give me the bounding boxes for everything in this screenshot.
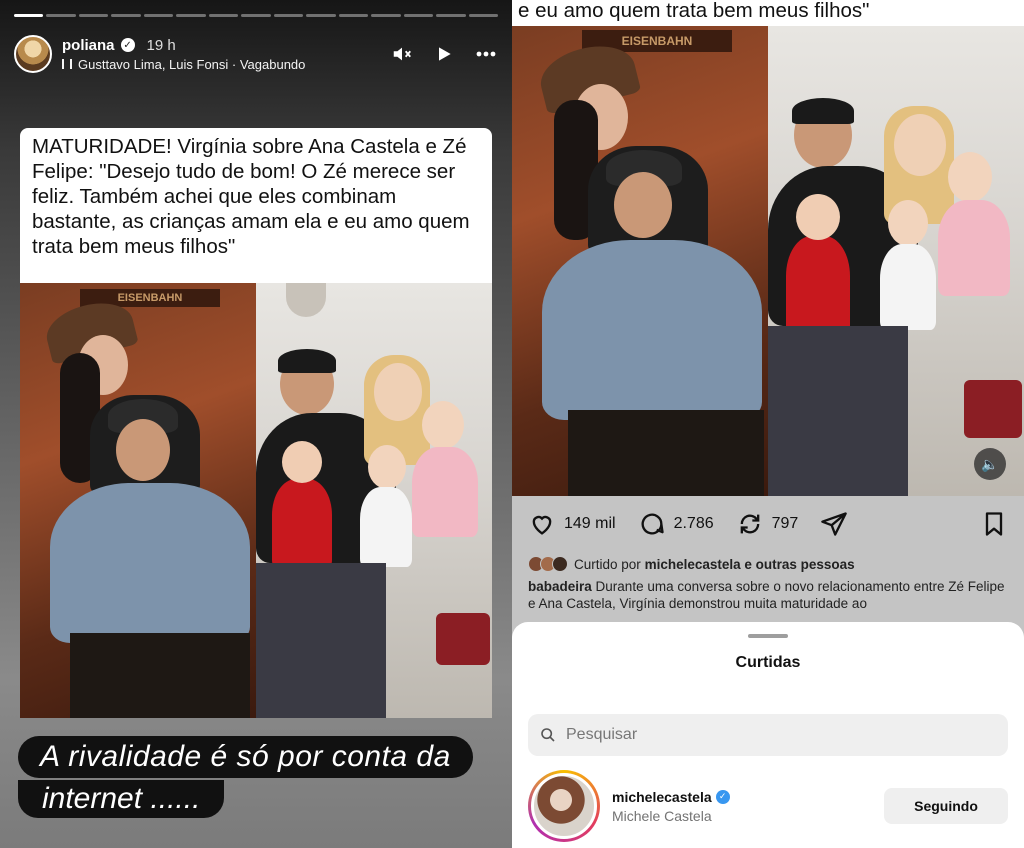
like-button[interactable]: 149 mil [528,510,616,538]
search-input[interactable] [566,726,986,744]
comment-button[interactable]: 2.786 [638,510,714,538]
liker-list-item[interactable]: michelecastela ✓ Michele Castela Seguind… [528,770,1008,842]
like-count: 149 mil [564,515,616,532]
bookmark-icon [985,512,1003,536]
story-progress-bar [14,14,499,17]
progress-segment [143,14,174,17]
liked-by-suffix: e outras pessoas [744,556,855,572]
mute-icon[interactable] [390,42,414,66]
man-head [116,419,170,481]
liked-by-row[interactable]: Curtido por michelecastela e outras pess… [528,556,855,572]
send-icon [821,512,848,536]
story-header: poliana ✓ 19 h Gusttavo Lima, Luis Fonsi… [14,34,498,74]
progress-segment [176,14,206,17]
share-button[interactable] [820,510,848,538]
liker-full-name: Michele Castela [612,807,712,824]
post-photo-couple: EISENBAHN [512,26,768,496]
story-time: 19 h [146,36,176,54]
progress-segment [468,14,499,17]
post-image-caption-top: e eu amo quem trata bem meus filhos" [512,0,1024,26]
repost-count: 797 [771,515,799,532]
story-overlay-text: A rivalidade é só por conta da internet … [18,736,473,818]
progress-segment [273,14,304,17]
instagram-post: e eu amo quem trata bem meus filhos" EIS… [512,0,1024,848]
verified-badge-icon: ✓ [715,789,730,804]
story-photo-couple: EISENBAHN [20,283,256,718]
post-photo-family [768,26,1024,496]
liked-by-prefix: Curtido por [574,556,641,572]
story-username[interactable]: poliana [62,37,115,54]
story-author-meta: poliana ✓ 19 h Gusttavo Lima, Luis Fonsi… [62,37,390,72]
progress-segment [241,14,271,17]
girl-pink-top [412,447,478,537]
music-icon [62,59,72,69]
play-icon[interactable] [432,42,456,66]
liked-by-user[interactable]: michelecastela [645,557,741,572]
story-author-avatar[interactable] [14,35,52,73]
post-caption: babadeira Durante uma conversa sobre o n… [528,578,1010,612]
sheet-drag-handle[interactable] [748,634,788,638]
red-handbag [964,380,1022,438]
search-icon [541,728,555,742]
progress-segment [306,14,336,17]
save-button[interactable] [980,510,1008,538]
baby-red-outfit [272,479,332,569]
story-photo-family [256,283,492,718]
likes-sheet: Curtidas michelecastela ✓ Michele Castel… [512,622,1024,848]
progress-segment [338,14,369,17]
progress-segment [111,14,141,17]
post-actions: 149 mil 2.786 797 [528,510,1008,538]
story-music[interactable]: Gusttavo Lima, Luis Fonsi · Vagabundo [78,57,305,72]
red-handbag [436,613,490,665]
verified-icon: ✓ [120,38,135,52]
caption-text: Durante uma conversa sobre o novo relaci… [528,579,1005,611]
story-overlay-line2: internet ...... [18,780,225,818]
story-news-caption: MATURIDADE! Virgínia sobre Ana Castela e… [20,128,492,283]
comment-count: 2.786 [673,515,714,532]
progress-segment [78,14,109,17]
progress-segment [371,14,401,17]
repost-icon [740,514,759,534]
video-mute-icon[interactable]: 🔈 [974,448,1006,480]
progress-segment [14,14,44,17]
sheet-title: Curtidas [735,654,801,671]
older-girl-head [422,401,464,449]
man-shirt [50,483,250,643]
caption-username[interactable]: babadeira [528,579,592,594]
story-viewer: poliana ✓ 19 h Gusttavo Lima, Luis Fonsi… [0,0,512,848]
liker-avatar-story-ring[interactable] [528,770,600,842]
progress-segment [46,14,76,17]
girl-head [368,445,406,489]
progress-segment [403,14,434,17]
progress-segment [436,14,466,17]
repost-button[interactable]: 797 [736,510,799,538]
comment-icon [641,513,664,535]
progress-segment [208,14,239,17]
liker-avatar [552,556,568,572]
heart-icon [532,515,552,535]
more-icon[interactable] [474,42,498,66]
liker-username[interactable]: michelecastela [612,789,712,805]
following-button[interactable]: Seguindo [884,788,1008,824]
search-field[interactable] [528,714,1008,756]
story-overlay-line1: A rivalidade é só por conta da [18,736,473,778]
